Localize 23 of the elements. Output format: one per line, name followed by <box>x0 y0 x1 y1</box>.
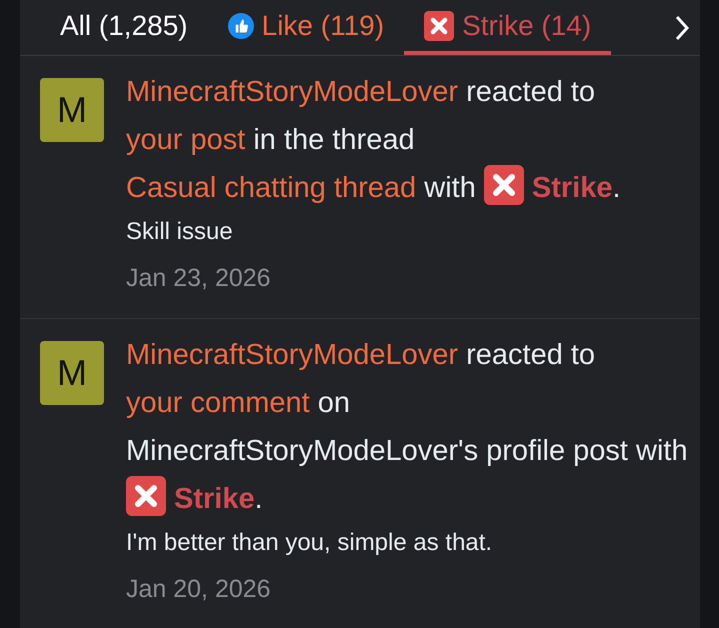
alert-text: MinecraftStoryModeLover reacted to your comment on MinecraftStoryModeLover's profile post with Strike. <box>126 338 689 518</box>
alert-link[interactable]: your post <box>126 124 246 156</box>
alert-link[interactable]: MinecraftStoryModeLover <box>126 76 458 108</box>
cross-icon <box>424 10 454 40</box>
chevron-right-icon[interactable] <box>674 14 690 42</box>
avatar[interactable]: M <box>40 78 104 142</box>
reaction-label: Strike <box>484 172 612 204</box>
thumbs-up-icon <box>228 12 254 38</box>
reaction-message: I'm better than you, simple as that. <box>126 528 494 558</box>
alert-date: Jan 20, 2026 <box>126 574 272 604</box>
filter-tab[interactable]: Like (119) <box>208 0 404 55</box>
reaction-message: Skill issue <box>126 217 234 247</box>
alert-link[interactable]: MinecraftStoryModeLover <box>126 338 458 370</box>
alert-link[interactable]: your comment <box>126 386 310 418</box>
alert-link[interactable]: Casual chatting thread <box>126 172 416 204</box>
filter-tab[interactable]: All (1,285) <box>40 0 208 55</box>
cross-icon <box>126 476 166 516</box>
avatar[interactable]: M <box>40 340 104 404</box>
filter-tab[interactable]: Strike (14) <box>404 0 612 55</box>
reaction-label: Strike <box>126 482 255 514</box>
alert-date: Jan 23, 2026 <box>126 263 272 294</box>
alert-text: MinecraftStoryModeLover reacted to your post in the thread Casual chatting thread with Strike. <box>126 75 622 207</box>
cross-icon <box>484 165 524 205</box>
